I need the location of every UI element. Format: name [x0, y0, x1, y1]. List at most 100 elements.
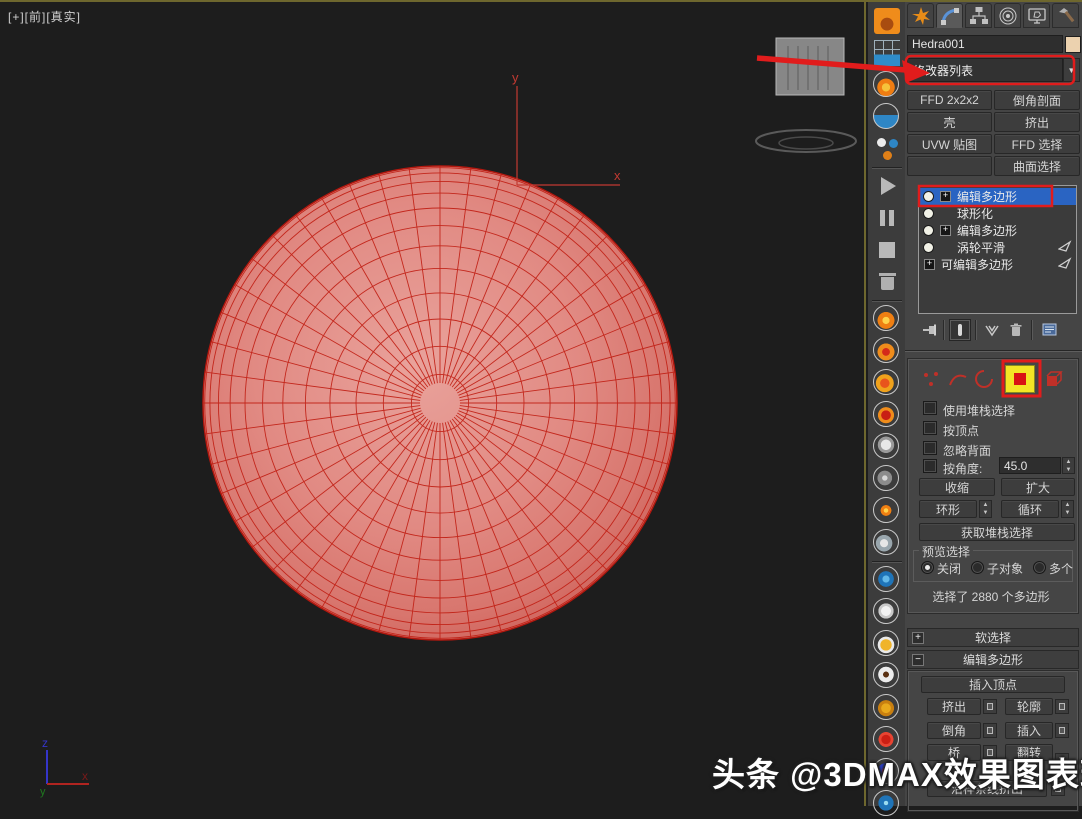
stack-item-turbosmooth[interactable]: 涡轮平滑 — [919, 239, 1076, 256]
smoke-cup-preset-icon[interactable] — [872, 432, 902, 462]
fire-preset-icon[interactable] — [872, 304, 902, 334]
subobject-border-button[interactable] — [973, 366, 995, 392]
by-angle-value-field[interactable]: 45.0 — [999, 457, 1061, 474]
bevel-settings-button[interactable] — [983, 723, 997, 738]
object-color-swatch[interactable] — [1065, 36, 1081, 53]
ring-spinner[interactable] — [979, 500, 992, 518]
modifier-list-dropdown[interactable]: 修改器列表 — [907, 58, 1063, 82]
tab-utilities[interactable] — [1052, 3, 1079, 28]
stack-item-edit-poly-top[interactable]: 编辑多边形 — [919, 188, 1076, 205]
visibility-bulb-icon[interactable] — [924, 192, 933, 201]
stack-item-editable-poly[interactable]: 可编辑多边形 — [919, 256, 1076, 273]
inset-button[interactable]: 插入 — [1005, 722, 1053, 739]
insert-vertex-button[interactable]: 插入顶点 — [921, 676, 1065, 693]
get-stack-selection-button[interactable]: 获取堆栈选择 — [919, 523, 1075, 541]
pin-stack-button[interactable] — [919, 319, 941, 341]
water-sim-icon[interactable] — [872, 38, 902, 68]
loop-spinner[interactable] — [1061, 500, 1074, 518]
tab-display[interactable] — [1023, 3, 1050, 28]
ring-button[interactable]: 环形 — [919, 500, 977, 518]
modbtn-ffd2x2x2[interactable]: FFD 2x2x2 — [907, 90, 992, 110]
explosion-preset-icon[interactable] — [872, 336, 902, 366]
smoke-wisp-preset-icon[interactable] — [872, 464, 902, 494]
candle-preset-icon[interactable] — [872, 496, 902, 526]
shrink-button[interactable]: 收缩 — [919, 478, 995, 496]
subobject-element-button[interactable] — [1043, 366, 1065, 392]
viewport-label[interactable]: [+][前][真实] — [8, 8, 81, 25]
polygon-icon — [1009, 368, 1031, 390]
stop-icon[interactable] — [872, 235, 902, 265]
soft-selection-rollout[interactable]: + 软选择 — [907, 628, 1079, 647]
by-angle-checkbox[interactable] — [923, 459, 937, 473]
subobject-polygon-button[interactable] — [1005, 365, 1035, 393]
particles-icon[interactable] — [872, 134, 902, 164]
by-angle-spinner[interactable] — [1062, 457, 1075, 474]
edit-polygons-rollout[interactable]: − 编辑多边形 — [907, 650, 1079, 669]
modbtn-patch-select[interactable]: 曲面选择 — [994, 156, 1080, 176]
delete-icon[interactable] — [872, 267, 902, 297]
subobject-edge-button[interactable] — [947, 366, 969, 392]
extrude-settings-button[interactable] — [983, 699, 997, 714]
expand-icon[interactable] — [940, 191, 951, 202]
object-name-field[interactable] — [907, 35, 1063, 53]
stack-item-label: 编辑多边形 — [957, 188, 1076, 205]
visibility-bulb-icon[interactable] — [924, 209, 933, 218]
tab-motion[interactable] — [994, 3, 1021, 28]
clouds-preset-icon[interactable] — [872, 528, 902, 558]
ocean-source-icon[interactable] — [872, 102, 902, 132]
fire-source-icon[interactable] — [872, 70, 902, 100]
modbtn-bevel-profile[interactable]: 倒角剖面 — [994, 90, 1080, 110]
expand-icon[interactable] — [940, 225, 951, 236]
modbtn-ffd-select[interactable]: FFD 选择 — [994, 134, 1080, 154]
ignore-backfacing-checkbox[interactable] — [923, 441, 937, 455]
show-end-result-button[interactable] — [949, 319, 971, 341]
beer-preset-icon[interactable] — [872, 629, 902, 659]
grow-button[interactable]: 扩大 — [1001, 478, 1075, 496]
toolbar-separator — [1031, 320, 1032, 340]
coffee-preset-icon[interactable] — [872, 661, 902, 691]
explosion-sim-icon[interactable] — [872, 6, 902, 36]
configure-sets-icon — [1041, 321, 1059, 339]
modbtn-uvw-map[interactable]: UVW 贴图 — [907, 134, 992, 154]
modbtn-extrude[interactable]: 挤出 — [994, 112, 1080, 132]
outline-settings-button[interactable] — [1055, 699, 1069, 714]
tab-hierarchy[interactable] — [965, 3, 992, 28]
milk-preset-icon[interactable] — [872, 597, 902, 627]
tab-create[interactable] — [907, 3, 934, 28]
inset-settings-button[interactable] — [1055, 723, 1069, 738]
tab-modify[interactable] — [936, 3, 963, 28]
water-drops-preset-icon[interactable] — [872, 565, 902, 595]
stack-item-spherify[interactable]: 球形化 — [919, 205, 1076, 222]
fire-burst-preset-icon[interactable] — [872, 368, 902, 398]
preview-subobj-radio[interactable] — [971, 561, 984, 574]
loop-button[interactable]: 循环 — [1001, 500, 1059, 518]
remove-modifier-button[interactable] — [1005, 319, 1027, 341]
red-burst-preset-icon[interactable] — [872, 400, 902, 430]
preview-multi-radio[interactable] — [1033, 561, 1046, 574]
end-result-arrow-icon — [1058, 257, 1072, 272]
modbtn-shell[interactable]: 壳 — [907, 112, 992, 132]
by-vertex-checkbox[interactable] — [923, 421, 937, 435]
pause-icon[interactable] — [872, 203, 902, 233]
extrude-button[interactable]: 挤出 — [927, 698, 981, 715]
make-unique-button[interactable] — [981, 319, 1003, 341]
modifier-list-arrow-button[interactable]: ▼ — [1063, 58, 1080, 82]
bevel-button[interactable]: 倒角 — [927, 722, 981, 739]
use-stack-selection-checkbox[interactable] — [923, 401, 937, 415]
expand-icon[interactable] — [924, 259, 935, 270]
honey-preset-icon[interactable] — [872, 693, 902, 723]
subobject-vertex-button[interactable] — [921, 366, 943, 392]
play-icon[interactable] — [872, 171, 902, 201]
modbtn-empty[interactable] — [907, 156, 992, 176]
viewport-front[interactable]: y x z x y [+][前][真实] — [0, 0, 866, 806]
outline-button[interactable]: 轮廓 — [1005, 698, 1053, 715]
simulator-gizmo[interactable] — [756, 38, 856, 152]
transform-gizmo[interactable] — [517, 86, 620, 185]
sphere-object[interactable] — [203, 166, 677, 640]
configure-modifier-sets-button[interactable] — [1039, 319, 1061, 341]
visibility-bulb-icon[interactable] — [924, 226, 933, 235]
visibility-bulb-icon[interactable] — [924, 243, 933, 252]
use-stack-selection-label: 使用堆栈选择 — [943, 402, 1015, 419]
stack-item-edit-poly-2[interactable]: 编辑多边形 — [919, 222, 1076, 239]
preview-off-radio[interactable] — [921, 561, 934, 574]
